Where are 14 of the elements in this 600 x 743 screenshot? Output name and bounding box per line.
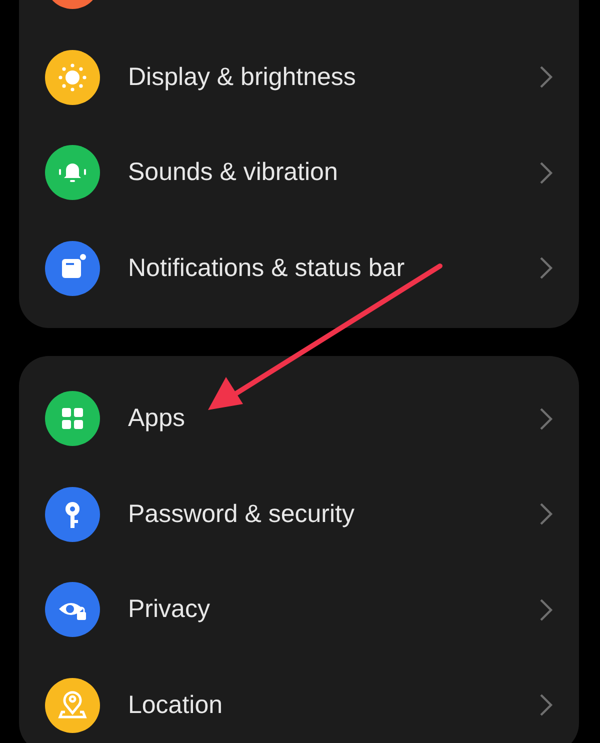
setting-label[interactable]: Sounds & vibration: [128, 158, 511, 188]
chevron-icon: [539, 598, 553, 622]
chevron-icon: [539, 65, 553, 90]
setting-label[interactable]: Privacy: [128, 595, 511, 624]
chevron-icon: [539, 406, 553, 431]
setting-label[interactable]: Display & brightness: [128, 62, 511, 92]
setting-label[interactable]: Location: [128, 690, 511, 720]
chevron-icon: [539, 256, 553, 280]
setting-label[interactable]: Password & security: [128, 500, 511, 529]
setting-label[interactable]: Notifications & status bar: [128, 254, 511, 283]
chevron-icon: [539, 502, 553, 526]
setting-label[interactable]: Apps: [128, 404, 511, 434]
chevron-icon: [539, 693, 553, 718]
chevron-icon: [539, 160, 553, 185]
